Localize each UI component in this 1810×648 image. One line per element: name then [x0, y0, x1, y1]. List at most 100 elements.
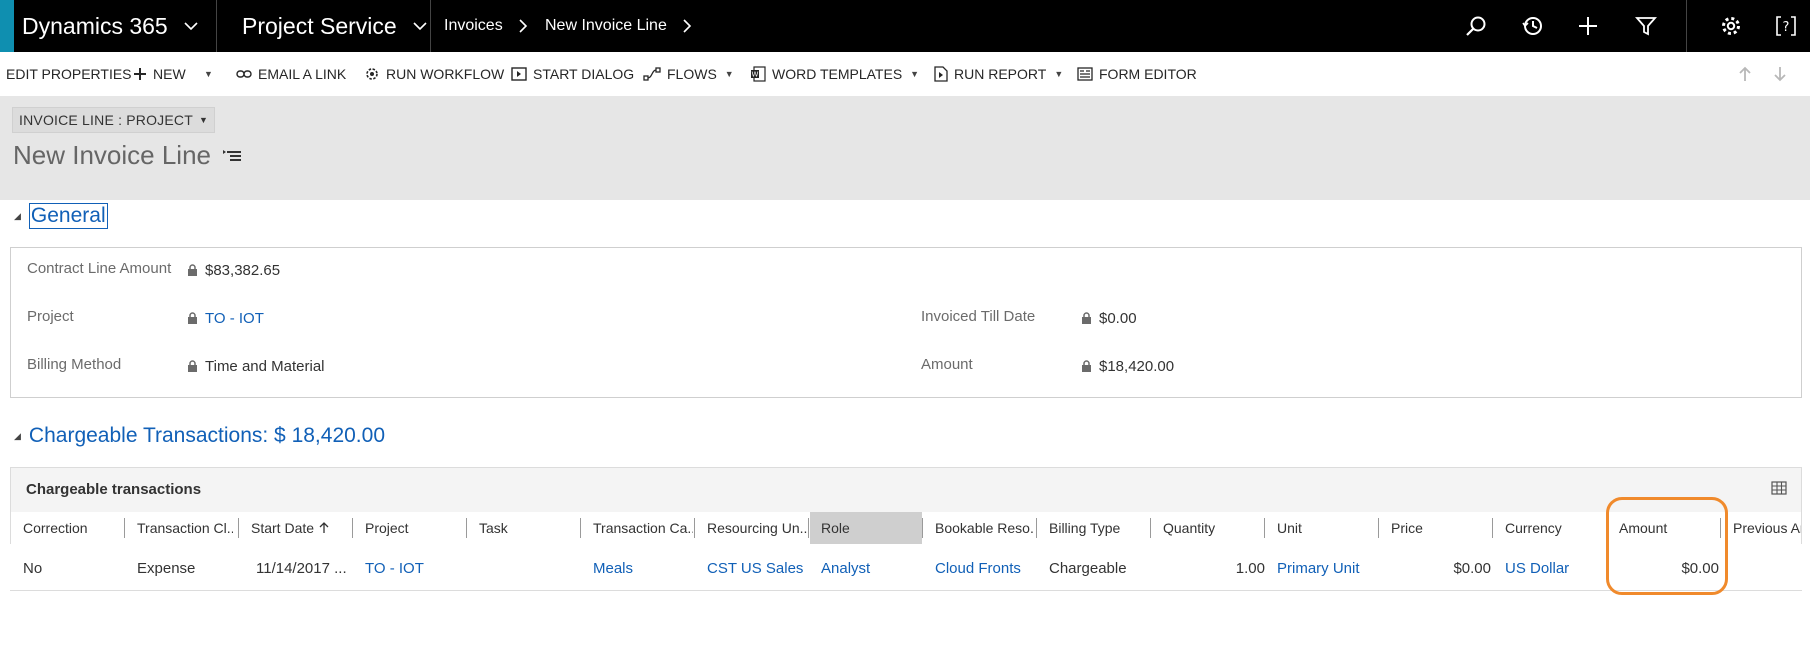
arrow-down-icon	[1774, 67, 1786, 82]
divider	[430, 0, 431, 52]
form-selector[interactable]: INVOICE LINE : PROJECT ▼	[12, 107, 216, 133]
contract-line-amount-label: Contract Line Amount	[27, 260, 172, 277]
invoiced-till-date-value: $0.00	[1099, 310, 1137, 327]
column-header-task[interactable]: Task	[479, 512, 579, 544]
app-switcher[interactable]: Dynamics 365	[22, 0, 198, 52]
email-a-link-button[interactable]: EMAIL A LINK	[236, 52, 346, 96]
project-field[interactable]: TO - IOT	[187, 310, 264, 327]
column-divider[interactable]	[124, 518, 125, 538]
word-templates-button[interactable]: W WORD TEMPLATES ▼	[750, 52, 919, 96]
column-header-price[interactable]: Price	[1391, 512, 1491, 544]
grid-view-icon[interactable]	[1771, 481, 1787, 495]
column-divider[interactable]	[1036, 518, 1037, 538]
cell-currency-link[interactable]: US Dollar	[1505, 556, 1569, 580]
run-report-button[interactable]: RUN REPORT ▼	[934, 52, 1063, 96]
column-header-role[interactable]: Role	[810, 512, 922, 544]
project-link[interactable]: TO - IOT	[205, 310, 264, 327]
column-header-start-date[interactable]: Start Date	[251, 512, 351, 544]
report-icon	[934, 66, 948, 82]
chargeable-transactions-section-title: Chargeable Transactions: $ 18,420.00	[28, 424, 385, 447]
arrow-up-icon	[1739, 66, 1751, 81]
cell-transaction-class: Expense	[137, 559, 196, 577]
flows-button[interactable]: FLOWS ▼	[643, 52, 734, 96]
column-header-label: Transaction Ca...	[593, 520, 693, 536]
column-divider[interactable]	[1378, 518, 1379, 538]
cell-start-date: 11/14/2017 ...	[256, 559, 347, 577]
cell-unit-link[interactable]: Primary Unit	[1277, 556, 1360, 580]
cell-quantity: 1.00	[1235, 559, 1265, 577]
dialog-icon	[511, 67, 527, 81]
start-dialog-button[interactable]: START DIALOG	[511, 52, 634, 96]
general-section-title: General	[28, 203, 108, 229]
edit-properties-label: EDIT PROPERTIES	[6, 66, 132, 82]
cell-project-link[interactable]: TO - IOT	[365, 556, 424, 580]
form-editor-button[interactable]: FORM EDITOR	[1077, 52, 1197, 96]
column-header-label: Project	[365, 520, 409, 536]
column-header-project[interactable]: Project	[365, 512, 465, 544]
column-divider[interactable]	[694, 518, 695, 538]
column-header-transaction-category[interactable]: Transaction Ca...	[593, 512, 693, 544]
caret-down-icon: ▼	[724, 69, 734, 79]
cell-transaction-category-link[interactable]: Meals	[593, 556, 633, 580]
form-editor-icon	[1077, 67, 1093, 81]
cell-bookable-resource-link[interactable]: Cloud Fronts	[935, 556, 1021, 580]
amount-column-highlight	[1606, 497, 1728, 595]
svg-text:W: W	[752, 71, 759, 79]
divider	[1686, 0, 1687, 52]
contract-line-amount-value: $83,382.65	[205, 262, 281, 279]
column-header-previous-amount[interactable]: Previous Ar	[1733, 512, 1801, 544]
billing-method-label: Billing Method	[27, 356, 122, 373]
column-header-label: Billing Type	[1049, 520, 1121, 536]
cell-resourcing-unit-link[interactable]: CST US Sales	[707, 556, 803, 580]
breadcrumb-invoices[interactable]: Invoices	[444, 0, 503, 52]
caret-down-icon: ▼	[1054, 69, 1064, 79]
column-divider[interactable]	[352, 518, 353, 538]
general-section-header[interactable]: ◢ General	[14, 203, 108, 229]
column-divider[interactable]	[1150, 518, 1151, 538]
column-divider[interactable]	[808, 518, 809, 538]
search-icon[interactable]	[1462, 12, 1490, 40]
next-record-button[interactable]	[1773, 52, 1787, 96]
plus-icon	[133, 67, 147, 81]
chargeable-transactions-section-header[interactable]: ◢ Chargeable Transactions: $ 18,420.00	[14, 424, 385, 448]
column-header-quantity[interactable]: Quantity	[1163, 512, 1263, 544]
chevron-down-icon	[184, 18, 198, 34]
column-divider[interactable]	[1492, 518, 1493, 538]
column-divider[interactable]	[580, 518, 581, 538]
cell-role-link[interactable]: Analyst	[821, 556, 870, 580]
column-header-transaction-class[interactable]: Transaction Cl...	[137, 512, 233, 544]
menu-icon[interactable]	[223, 149, 243, 163]
column-header-billing-type[interactable]: Billing Type	[1049, 512, 1149, 544]
accent-strip	[0, 0, 14, 52]
column-divider[interactable]	[238, 518, 239, 538]
column-header-label: Role	[821, 520, 850, 536]
gear-icon[interactable]	[1717, 12, 1745, 40]
new-dropdown-button[interactable]: ▼	[204, 52, 213, 96]
app-name: Dynamics 365	[22, 12, 168, 39]
previous-record-button[interactable]	[1738, 52, 1752, 96]
column-header-currency[interactable]: Currency	[1505, 512, 1605, 544]
column-divider[interactable]	[922, 518, 923, 538]
column-divider[interactable]	[1264, 518, 1265, 538]
column-header-unit[interactable]: Unit	[1277, 512, 1377, 544]
subgrid-title: Chargeable transactions	[26, 481, 202, 498]
column-header-correction[interactable]: Correction	[23, 512, 123, 544]
column-header-resourcing-unit[interactable]: Resourcing Un...	[707, 512, 807, 544]
column-header-bookable-resource[interactable]: Bookable Reso...	[935, 512, 1035, 544]
filter-icon[interactable]	[1632, 12, 1660, 40]
area-switcher[interactable]: Project Service	[242, 0, 427, 52]
chevron-right-icon[interactable]	[682, 0, 692, 52]
lock-icon	[187, 360, 198, 373]
breadcrumb-new-invoice-line[interactable]: New Invoice Line	[545, 0, 667, 52]
amount-value: $18,420.00	[1099, 358, 1175, 375]
edit-properties-button[interactable]: EDIT PROPERTIES	[6, 52, 132, 96]
help-icon[interactable]: ?	[1772, 12, 1800, 40]
history-icon[interactable]	[1519, 12, 1547, 40]
run-workflow-button[interactable]: RUN WORKFLOW	[364, 52, 504, 96]
plus-icon[interactable]	[1574, 12, 1602, 40]
new-button[interactable]: NEW	[133, 52, 186, 96]
column-header-label: Transaction Cl...	[137, 520, 233, 536]
flows-label: FLOWS	[667, 66, 717, 82]
column-divider[interactable]	[466, 518, 467, 538]
lock-icon	[1081, 312, 1092, 325]
